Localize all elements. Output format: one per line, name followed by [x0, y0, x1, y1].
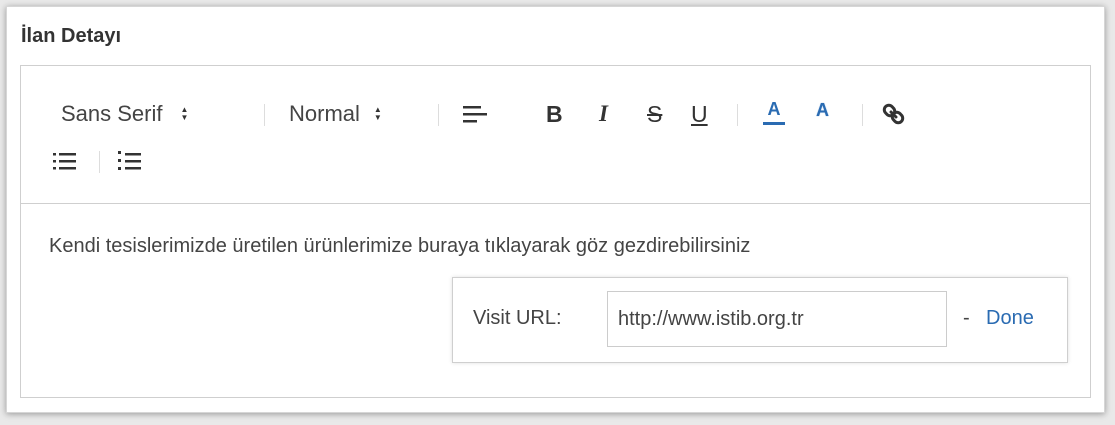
link-button[interactable]: [881, 102, 907, 126]
bullet-list-icon: [53, 153, 76, 170]
url-input[interactable]: [607, 291, 947, 347]
bold-button[interactable]: B: [546, 101, 563, 128]
color-underline: [763, 122, 785, 125]
card-title: İlan Detayı: [21, 25, 122, 47]
strike-button[interactable]: S: [647, 101, 662, 128]
separator-dash: -: [963, 307, 970, 329]
background-color-button[interactable]: A: [816, 100, 829, 121]
ordered-list-icon: [118, 151, 141, 170]
underline-button[interactable]: U: [691, 101, 708, 128]
bold-label: B: [546, 101, 563, 127]
editor-toolbar: Sans Serif ▲ ▼ Normal ▲ ▼ B I S U A A: [21, 66, 1090, 204]
align-button[interactable]: [461, 102, 487, 126]
strike-label: S: [647, 101, 663, 127]
editor-text[interactable]: Kendi tesislerimizde üretilen ürünlerimi…: [49, 235, 750, 258]
font-family-label: Sans Serif: [61, 101, 163, 126]
background-color-icon: A: [816, 100, 829, 120]
editor-content[interactable]: Kendi tesislerimizde üretilen ürünlerimi…: [21, 203, 1090, 397]
italic-button[interactable]: I: [599, 101, 608, 127]
toolbar-separator: [737, 104, 738, 126]
font-family-picker[interactable]: Sans Serif ▲ ▼: [61, 99, 188, 129]
toolbar-separator: [99, 151, 100, 173]
ordered-list-button[interactable]: [116, 148, 144, 174]
rich-text-editor: Sans Serif ▲ ▼ Normal ▲ ▼ B I S U A A Ke…: [20, 65, 1091, 398]
toolbar-separator: [264, 104, 265, 126]
visit-url-label: Visit URL:: [473, 307, 562, 329]
ilan-detayi-card: İlan Detayı Sans Serif ▲ ▼ Normal ▲ ▼ B …: [6, 6, 1105, 413]
done-link[interactable]: Done: [986, 307, 1034, 330]
updown-icon: ▲ ▼: [180, 105, 189, 122]
text-color-icon: A: [767, 99, 781, 119]
toolbar-separator: [438, 104, 439, 126]
link-tooltip: Visit URL: - Done: [452, 277, 1068, 363]
align-left-icon: [463, 106, 487, 123]
font-size-label: Normal: [289, 101, 360, 126]
italic-label: I: [599, 101, 608, 126]
updown-icon: ▲ ▼: [373, 105, 382, 122]
bullet-list-button[interactable]: [51, 148, 79, 174]
toolbar-separator: [862, 104, 863, 126]
link-icon: [882, 103, 905, 125]
font-size-picker[interactable]: Normal ▲ ▼: [289, 99, 382, 129]
text-color-button[interactable]: A: [763, 99, 785, 125]
underline-label: U: [691, 101, 708, 127]
